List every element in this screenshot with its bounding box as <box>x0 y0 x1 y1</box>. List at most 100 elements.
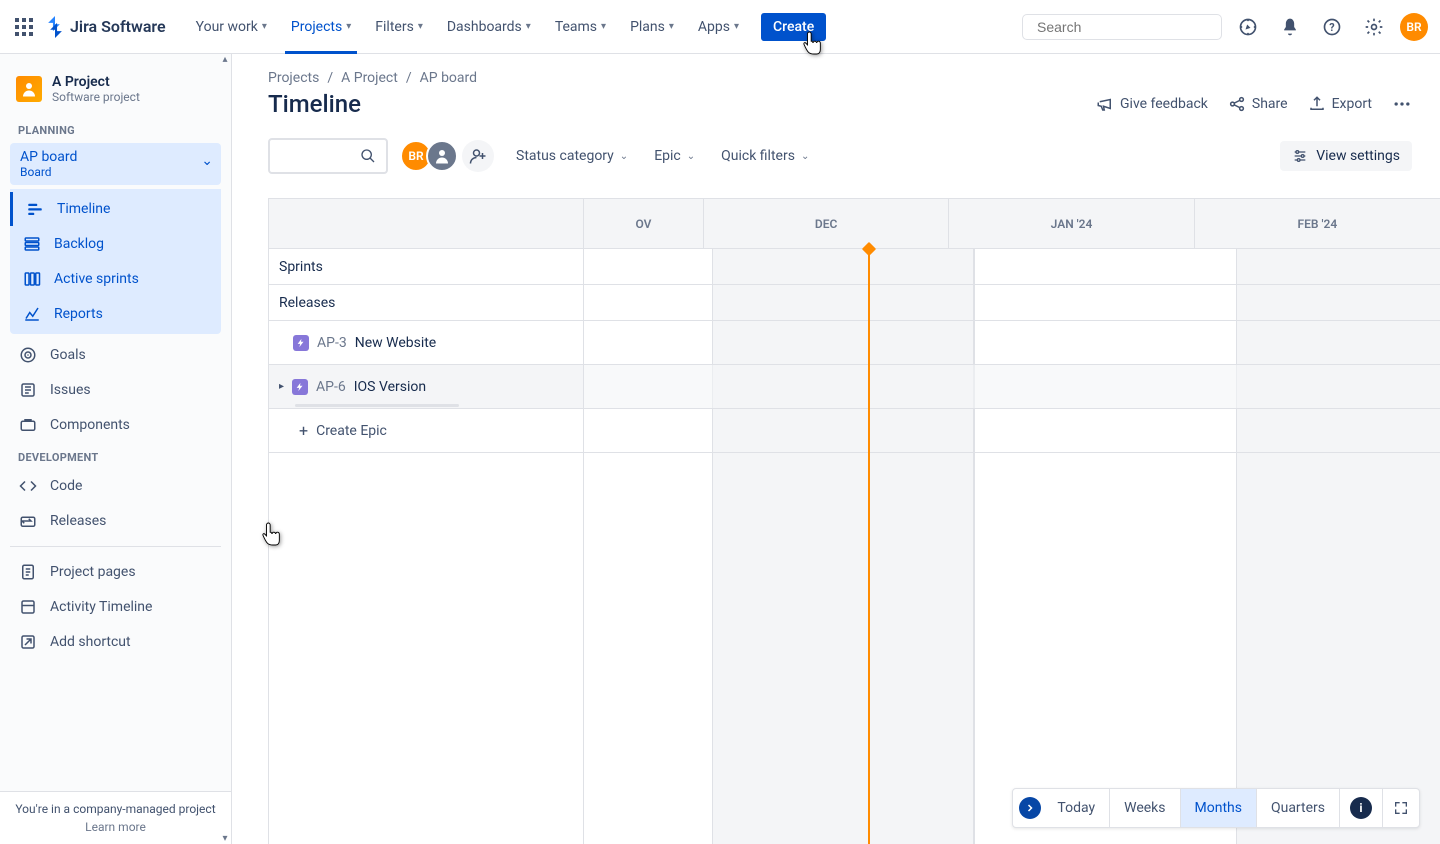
crumb-project[interactable]: A Project <box>341 70 398 86</box>
sidebar-add-shortcut[interactable]: Add shortcut <box>6 625 225 659</box>
epic-row-ap3[interactable]: AP-3 New Website <box>269 321 583 365</box>
quarters-button[interactable]: Quarters <box>1257 789 1340 827</box>
sidebar-project-pages[interactable]: Project pages <box>6 555 225 589</box>
search-input[interactable] <box>1037 19 1218 35</box>
chevron-down-icon: ⌄ <box>687 151 695 162</box>
chevron-down-icon: ▾ <box>601 21 606 32</box>
avatar-unassigned[interactable] <box>426 140 458 172</box>
learn-more-link[interactable]: Learn more <box>10 820 221 834</box>
backlog-icon <box>22 235 42 253</box>
sprints-row[interactable]: Sprints <box>269 249 583 285</box>
add-people-button[interactable] <box>462 140 494 172</box>
top-nav: Jira Software Your work▾ Projects▾ Filte… <box>0 0 1440 54</box>
chevron-right-icon <box>1024 802 1036 814</box>
releases-icon <box>18 512 38 530</box>
nav-items: Your work▾ Projects▾ Filters▾ Dashboards… <box>186 11 749 43</box>
help-icon[interactable]: ? <box>1316 11 1348 43</box>
project-header[interactable]: A Project Software project <box>6 70 225 116</box>
month-dec: DEC <box>704 199 949 248</box>
epic-icon <box>293 335 309 351</box>
sidebar-goals[interactable]: Goals <box>6 338 225 372</box>
chevron-down-icon: ⌄ <box>201 153 213 169</box>
create-epic-row[interactable]: + Create Epic <box>269 409 583 453</box>
assignee-filter: BR <box>406 140 494 172</box>
notifications-icon[interactable] <box>1274 11 1306 43</box>
main-content: Projects / A Project / AP board Timeline… <box>232 54 1440 844</box>
chevron-down-icon: ⌄ <box>620 151 628 162</box>
plus-icon: + <box>299 421 308 440</box>
epic-icon <box>292 379 308 395</box>
quick-filters[interactable]: Quick filters⌄ <box>717 142 813 170</box>
compass-icon[interactable] <box>1232 11 1264 43</box>
page-title: Timeline <box>268 90 361 118</box>
chevron-right-icon[interactable]: ▸ <box>279 381 284 392</box>
svg-text:?: ? <box>1329 21 1334 34</box>
timeline-icon <box>25 200 45 218</box>
board-selector[interactable]: AP board Board ⌄ <box>10 143 221 185</box>
sidebar-timeline[interactable]: Timeline <box>10 192 221 226</box>
sidebar-backlog[interactable]: Backlog <box>10 227 221 261</box>
crumb-board[interactable]: AP board <box>420 70 477 86</box>
view-settings-button[interactable]: View settings <box>1280 141 1412 171</box>
chevron-down-icon: ▾ <box>418 21 423 32</box>
expand-icon <box>1393 800 1409 816</box>
user-avatar[interactable]: BR <box>1400 13 1428 41</box>
nav-filters[interactable]: Filters▾ <box>365 11 433 43</box>
nav-apps[interactable]: Apps▾ <box>688 11 749 43</box>
timeline-left-column: Sprints Releases AP-3 New Website ▸ AP-6… <box>268 199 584 844</box>
issues-icon <box>18 381 38 399</box>
planning-section-title: PLANNING <box>6 116 225 141</box>
sidebar-code[interactable]: Code <box>6 469 225 503</box>
sidebar-activity-timeline[interactable]: Activity Timeline <box>6 590 225 624</box>
fullscreen-button[interactable] <box>1383 789 1419 827</box>
sidebar: A Project Software project PLANNING AP b… <box>0 54 232 844</box>
chevron-down-icon: ⌄ <box>801 151 809 162</box>
share-button[interactable]: Share <box>1228 95 1288 113</box>
sidebar-scrollbar[interactable]: ▴▾ <box>220 54 230 844</box>
shortcut-icon <box>18 633 38 651</box>
components-icon <box>18 416 38 434</box>
months-button[interactable]: Months <box>1181 789 1257 827</box>
legend-button[interactable]: i <box>1340 789 1383 827</box>
sidebar-reports[interactable]: Reports <box>10 297 221 331</box>
nav-your-work[interactable]: Your work▾ <box>186 11 277 43</box>
nav-teams[interactable]: Teams▾ <box>545 11 616 43</box>
sidebar-issues[interactable]: Issues <box>6 373 225 407</box>
timeline-search[interactable] <box>268 138 388 174</box>
epic-row-ap6[interactable]: ▸ AP-6 IOS Version <box>269 365 583 409</box>
sidebar-active-sprints[interactable]: Active sprints <box>10 262 221 296</box>
weeks-button[interactable]: Weeks <box>1110 789 1180 827</box>
project-subtitle: Software project <box>52 90 140 104</box>
today-marker <box>868 249 870 844</box>
epic-filter[interactable]: Epic⌄ <box>650 142 699 170</box>
create-button[interactable]: Create <box>761 13 826 41</box>
settings-icon[interactable] <box>1358 11 1390 43</box>
activity-icon <box>18 598 38 616</box>
goals-icon <box>18 346 38 364</box>
code-icon <box>18 477 38 495</box>
nav-projects[interactable]: Projects▾ <box>281 11 361 43</box>
global-search[interactable] <box>1022 14 1222 40</box>
sidebar-releases[interactable]: Releases <box>6 504 225 538</box>
status-category-filter[interactable]: Status category⌄ <box>512 142 632 170</box>
scroll-back-button[interactable] <box>1013 789 1043 827</box>
more-actions-button[interactable] <box>1392 94 1412 114</box>
chevron-down-icon: ▾ <box>734 21 739 32</box>
timeline-grid[interactable]: OV DEC JAN '24 FEB '24 <box>584 199 1440 844</box>
app-switcher-icon[interactable] <box>12 15 36 39</box>
sidebar-components[interactable]: Components <box>6 408 225 442</box>
chevron-down-icon: ▾ <box>346 21 351 32</box>
releases-row[interactable]: Releases <box>269 285 583 321</box>
megaphone-icon <box>1096 95 1114 113</box>
chevron-down-icon: ▾ <box>526 21 531 32</box>
reports-icon <box>22 305 42 323</box>
export-button[interactable]: Export <box>1308 95 1372 113</box>
logo-text: Jira Software <box>70 17 166 36</box>
nav-plans[interactable]: Plans▾ <box>620 11 684 43</box>
give-feedback-button[interactable]: Give feedback <box>1096 95 1208 113</box>
jira-logo[interactable]: Jira Software <box>44 16 166 38</box>
more-icon <box>1392 94 1412 114</box>
crumb-projects[interactable]: Projects <box>268 70 319 86</box>
today-button[interactable]: Today <box>1043 789 1110 827</box>
nav-dashboards[interactable]: Dashboards▾ <box>437 11 541 43</box>
